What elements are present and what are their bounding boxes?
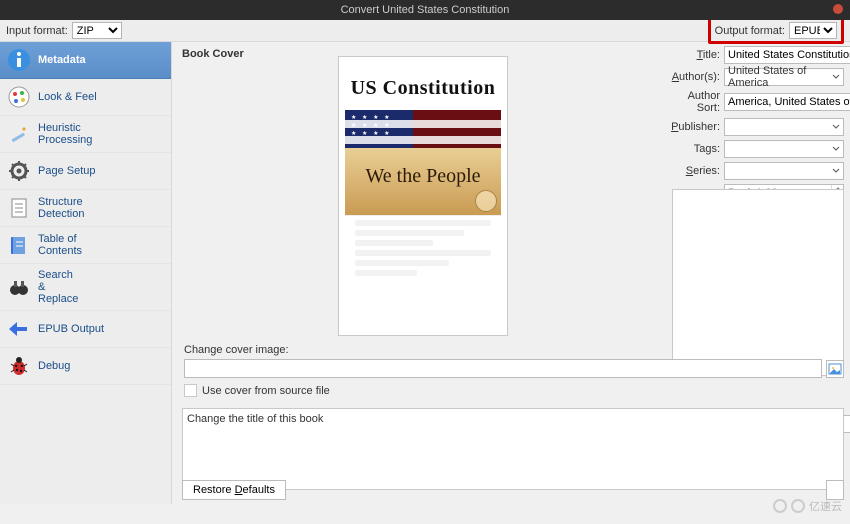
- chevron-down-icon: [832, 145, 840, 153]
- title-input[interactable]: [724, 46, 850, 64]
- tags-label: Tags:: [664, 143, 724, 155]
- browse-cover-button[interactable]: [826, 360, 844, 378]
- sidebar-item-debug[interactable]: Debug: [0, 348, 171, 385]
- output-format-highlight: OOutput format:utput format: EPUB: [708, 17, 844, 44]
- palette-icon: [6, 84, 32, 110]
- sidebar-item-label: Page Setup: [38, 165, 96, 177]
- section-book-cover-label: Book Cover: [182, 48, 244, 60]
- cover-script: We the People: [365, 165, 480, 188]
- sidebar: Metadata Look & Feel Heuristic Processin…: [0, 42, 172, 504]
- sidebar-item-label: Structure Detection: [38, 196, 84, 220]
- picture-icon: [828, 362, 842, 376]
- sidebar-item-heuristic[interactable]: Heuristic Processing: [0, 116, 171, 153]
- sidebar-item-search-replace[interactable]: Search & Replace: [0, 264, 171, 311]
- authors-combo[interactable]: United States of America: [724, 68, 844, 86]
- book-icon: [6, 232, 32, 258]
- output-format-label: OOutput format:utput format:: [715, 25, 785, 37]
- sidebar-item-label: Table of Contents: [38, 233, 82, 257]
- sidebar-item-label: Look & Feel: [38, 91, 97, 103]
- input-format-select[interactable]: ZIP: [72, 22, 122, 39]
- chevron-down-icon: [832, 167, 840, 175]
- magic-icon: [6, 121, 32, 147]
- title-label: Title:: [664, 49, 724, 61]
- sidebar-item-label: Metadata: [38, 54, 86, 66]
- metadata-form: Title: Author(s): United States of Ameri…: [664, 46, 844, 202]
- input-format-label: Input format:: [6, 25, 68, 37]
- document-icon: [6, 195, 32, 221]
- sidebar-item-label: Debug: [38, 360, 70, 372]
- change-title-hint: Change the title of this book: [187, 413, 323, 425]
- output-format-select[interactable]: EPUB: [789, 22, 837, 39]
- chevron-down-icon: [832, 123, 840, 131]
- author-sort-label: Author Sort:: [664, 90, 724, 114]
- publisher-label: Publisher:: [664, 121, 724, 133]
- series-label: Series:: [664, 165, 724, 177]
- use-source-cover-checkbox[interactable]: [184, 384, 197, 397]
- sidebar-item-label: Search & Replace: [38, 269, 78, 305]
- sidebar-item-structure[interactable]: Structure Detection: [0, 190, 171, 227]
- cover-preview: US Constitution ★ ★ ★ ★★ ★ ★ ★★ ★ ★ ★ We…: [338, 56, 508, 336]
- sidebar-item-label: EPUB Output: [38, 323, 104, 335]
- arrow-left-icon: [6, 316, 32, 342]
- sidebar-item-toc[interactable]: Table of Contents: [0, 227, 171, 264]
- change-cover-label: Change cover image:: [184, 344, 844, 356]
- sidebar-item-metadata[interactable]: Metadata: [0, 42, 171, 79]
- window-title: Convert United States Constitution: [341, 4, 510, 16]
- change-cover-input[interactable]: [184, 359, 822, 378]
- binoculars-icon: [6, 274, 32, 300]
- publisher-combo[interactable]: [724, 118, 844, 136]
- format-row: Input format: ZIP OOutput format:utput f…: [0, 20, 850, 42]
- info-icon: [6, 47, 32, 73]
- content-area: Book Cover US Constitution ★ ★ ★ ★★ ★ ★ …: [172, 42, 850, 504]
- authors-label: Author(s):: [664, 71, 724, 83]
- use-source-cover-label: Use cover from source file: [202, 385, 330, 397]
- author-sort-input[interactable]: [724, 93, 850, 111]
- gear-icon: [6, 158, 32, 184]
- sidebar-item-label: Heuristic Processing: [38, 122, 92, 146]
- change-title-box[interactable]: Change the title of this book: [182, 408, 844, 490]
- series-combo[interactable]: [724, 162, 844, 180]
- close-icon[interactable]: [832, 3, 844, 15]
- tags-combo[interactable]: [724, 140, 844, 158]
- right-small-button[interactable]: [826, 480, 844, 500]
- sidebar-item-page-setup[interactable]: Page Setup: [0, 153, 171, 190]
- sidebar-item-epub-output[interactable]: EPUB Output: [0, 311, 171, 348]
- bug-icon: [6, 353, 32, 379]
- cover-heading: US Constitution: [351, 77, 496, 100]
- cover-art: ★ ★ ★ ★★ ★ ★ ★★ ★ ★ ★ We the People: [345, 110, 501, 216]
- sidebar-item-look-feel[interactable]: Look & Feel: [0, 79, 171, 116]
- restore-defaults-button[interactable]: Restore Defaults: [182, 480, 286, 500]
- window-titlebar: Convert United States Constitution: [0, 0, 850, 20]
